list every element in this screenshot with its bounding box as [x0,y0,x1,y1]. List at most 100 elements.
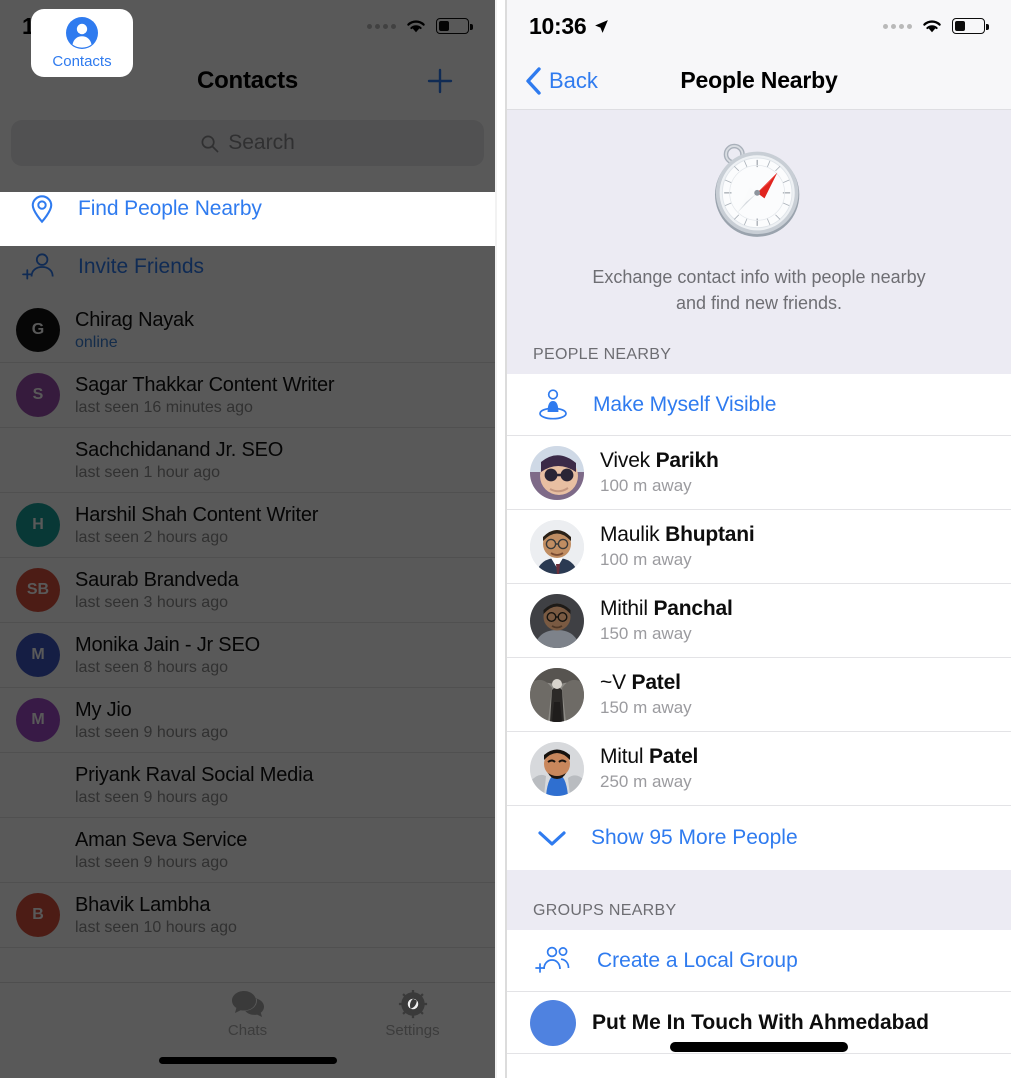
contact-status: last seen 1 hour ago [75,463,220,481]
search-input[interactable]: Search [11,120,484,166]
contact-text: My Jio last seen 9 hours ago [75,699,228,742]
list-item[interactable]: Sachchidanand Jr. SEO last seen 1 hour a… [0,428,495,493]
tab-settings[interactable]: Settings [330,989,495,1039]
person-distance: 150 m away [600,624,692,644]
list-item[interactable]: Mithil Panchal 150 m away [507,584,1011,659]
hero-description: Exchange contact info with people nearby… [507,264,1011,316]
contact-name: Chirag Nayak [75,308,194,331]
person-text: Maulik Bhuptani 100 m away [600,523,755,570]
avatar [530,999,576,1046]
list-item[interactable]: ~V Patel 150 m away [507,658,1011,733]
battery-icon [952,18,989,34]
status-indicators-left [367,17,473,35]
chat-bubbles-icon [231,991,264,1017]
person-first-name: Mitul [600,745,649,769]
list-item[interactable]: SB Saurab Brandveda last seen 3 hours ag… [0,558,495,623]
create-local-group-row[interactable]: Create a Local Group [507,930,1011,993]
list-item[interactable]: H Harshil Shah Content Writer last seen … [0,493,495,558]
person-first-name: Maulik [600,523,666,547]
make-myself-visible-row[interactable]: Make Myself Visible [507,374,1011,437]
avatar [16,828,60,872]
person-last-name: Panchal [653,597,733,621]
person-name: Mitul Patel [600,745,698,769]
search-placeholder: Search [228,131,295,154]
contact-name: Harshil Shah Content Writer [75,503,319,526]
contact-text: Harshil Shah Content Writer last seen 2 … [75,504,318,547]
contact-status: last seen 9 hours ago [75,723,228,741]
list-item[interactable]: Vivek Parikh 100 m away [507,436,1011,511]
chevron-down-icon [538,831,566,846]
contact-name: Sachchidanand Jr. SEO [75,438,284,461]
contact-status: last seen 9 hours ago [75,788,228,806]
add-contact-button[interactable] [425,66,455,96]
person-name: Maulik Bhuptani [600,523,755,547]
list-item[interactable]: Maulik Bhuptani 100 m away [507,510,1011,585]
wifi-icon [407,20,425,33]
list-item[interactable]: M My Jio last seen 9 hours ago [0,688,495,753]
contact-text: Sachchidanand Jr. SEO last seen 1 hour a… [75,439,283,482]
list-item[interactable]: Priyank Raval Social Media last seen 9 h… [0,753,495,818]
person-text: Mitul Patel 250 m away [600,745,698,792]
contact-name: My Jio [75,698,132,721]
contact-text: Saurab Brandveda last seen 3 hours ago [75,569,239,612]
status-indicators-right [883,17,989,35]
contact-text: Priyank Raval Social Media last seen 9 h… [75,764,313,807]
contact-status: online [75,333,118,351]
wifi-icon [923,20,941,33]
person-last-name: Bhuptani [665,523,755,547]
find-people-nearby-row[interactable]: Find People Nearby [0,182,495,236]
tab-settings-label: Settings [385,1022,440,1039]
person-last-name: Patel [648,745,699,769]
list-item[interactable]: G Chirag Nayak online [0,298,495,363]
avatar: S [16,373,60,417]
tab-contacts-label: Contacts [52,53,112,70]
person-first-name: Mithil [600,597,654,621]
person-text: Mithil Panchal 150 m away [600,597,733,644]
list-item[interactable]: M Monika Jain - Jr SEO last seen 8 hours… [0,623,495,688]
invite-friends-row[interactable]: Invite Friends [0,236,495,298]
avatar [530,593,584,648]
contact-name: Sagar Thakkar Content Writer [75,373,335,396]
tab-contacts-highlight[interactable]: Contacts [31,9,133,77]
avatar: H [16,503,60,547]
section-header-people-nearby: PEOPLE NEARBY [507,338,1011,375]
contact-status: last seen 10 hours ago [75,918,237,936]
avatar [530,445,584,500]
person-first-name: ~V [600,671,632,695]
tab-chats[interactable]: Chats [165,989,330,1039]
person-text: Vivek Parikh 100 m away [600,449,719,496]
list-item[interactable]: S Sagar Thakkar Content Writer last seen… [0,363,495,428]
contact-text: Sagar Thakkar Content Writer last seen 1… [75,373,335,417]
person-distance: 250 m away [600,772,692,792]
back-button[interactable]: Back [507,66,598,96]
avatar: G [16,308,60,352]
home-indicator-right [670,1042,848,1052]
person-distance: 100 m away [600,550,692,570]
search-container: Search [0,110,495,182]
contact-status: last seen 16 minutes ago [75,398,253,416]
avatar [530,741,584,796]
person-last-name: Patel [631,671,681,695]
list-item[interactable]: Mitul Patel 250 m away [507,732,1011,807]
photo-avatar [530,445,584,500]
contacts-list: G Chirag Nayak online S Sagar Thakkar Co… [0,298,495,948]
avatar [530,667,584,722]
contact-text: Monika Jain - Jr SEO last seen 8 hours a… [75,634,260,677]
group-name: Put Me In Touch With Ahmedabad [592,1010,929,1034]
list-item[interactable]: Aman Seva Service last seen 9 hours ago [0,818,495,883]
show-more-people-row[interactable]: Show 95 More People [507,806,1011,871]
avatar [16,438,60,482]
contact-name: Aman Seva Service [75,828,248,851]
chevron-left-icon [526,66,541,95]
person-add-icon [22,253,54,280]
avatar [16,763,60,807]
contact-text: Aman Seva Service last seen 9 hours ago [75,829,247,872]
photo-avatar [530,593,584,648]
photo-avatar [530,741,584,796]
list-item[interactable]: B Bhavik Lambha last seen 10 hours ago [0,883,495,948]
person-text: ~V Patel 150 m away [600,671,692,718]
gear-icon [398,989,427,1019]
create-local-group-label: Create a Local Group [597,948,798,972]
contact-text: Bhavik Lambha last seen 10 hours ago [75,894,237,937]
avatar: B [16,893,60,937]
